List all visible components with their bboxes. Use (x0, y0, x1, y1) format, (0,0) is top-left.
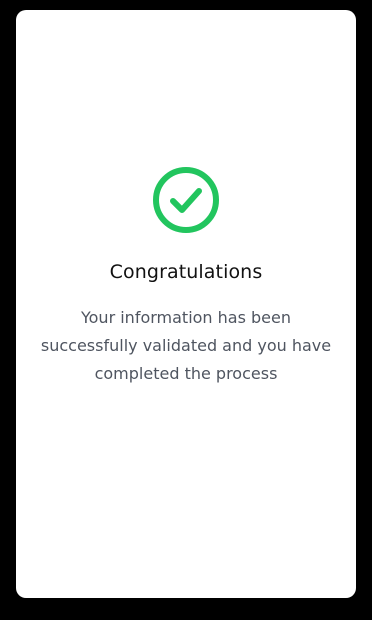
check-circle-icon (153, 167, 219, 233)
success-message: Your information has been successfully v… (40, 308, 332, 383)
success-card: Congratulations Your information has bee… (16, 10, 356, 598)
success-title: Congratulations (109, 261, 263, 283)
